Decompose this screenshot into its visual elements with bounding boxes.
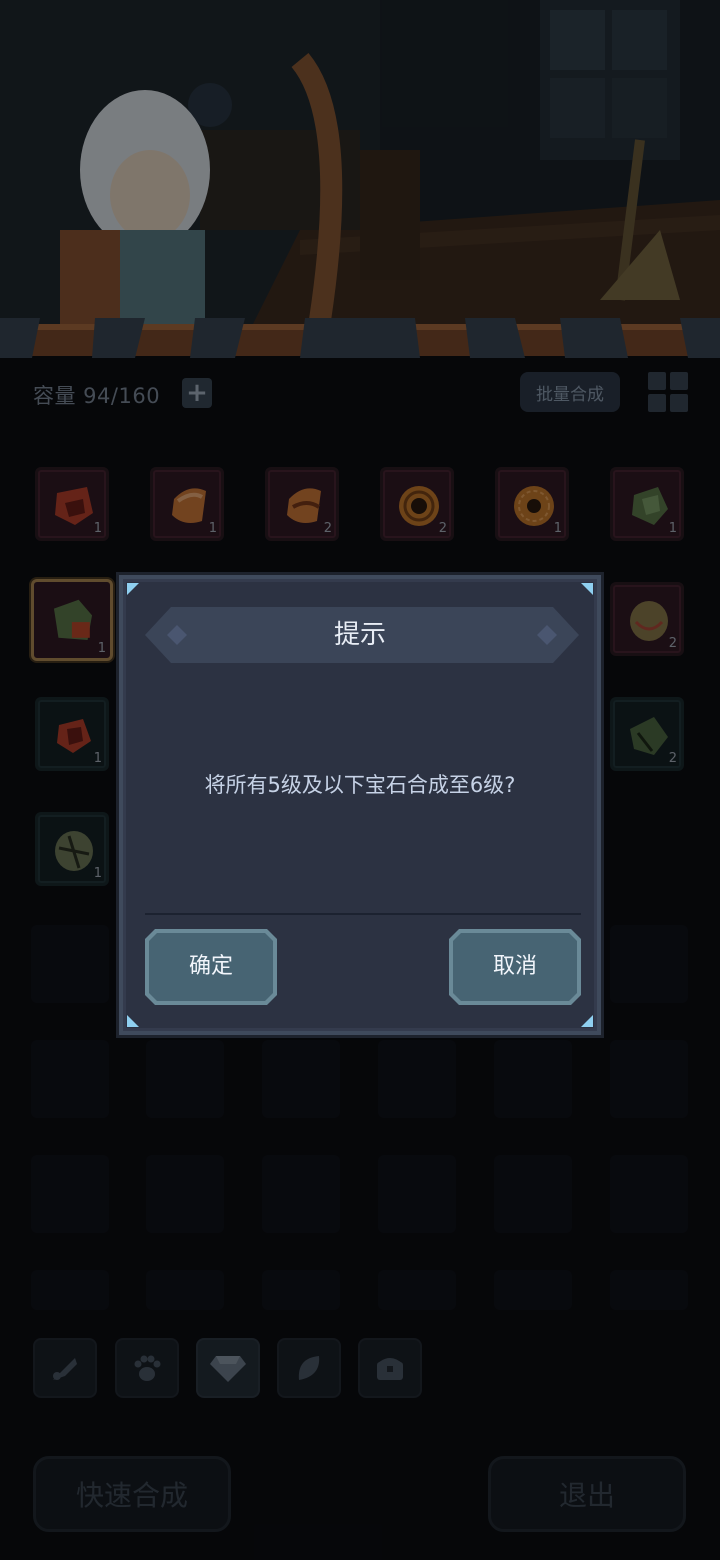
corner-ornament: [581, 583, 593, 595]
corner-ornament: [127, 583, 139, 595]
corner-ornament: [581, 1015, 593, 1027]
cancel-button[interactable]: 取消: [449, 929, 581, 1005]
confirm-button[interactable]: 确定: [145, 929, 277, 1005]
corner-ornament: [127, 1015, 139, 1027]
cancel-label: 取消: [492, 954, 537, 979]
dialog-message: 将所有5级及以下宝石合成至6级?: [204, 773, 516, 797]
dialog-divider: [145, 913, 581, 915]
confirm-dialog: 提示 将所有5级及以下宝石合成至6级? 确定 取消: [119, 575, 601, 1035]
confirm-label: 确定: [188, 954, 233, 979]
dialog-title: 提示: [333, 620, 386, 650]
